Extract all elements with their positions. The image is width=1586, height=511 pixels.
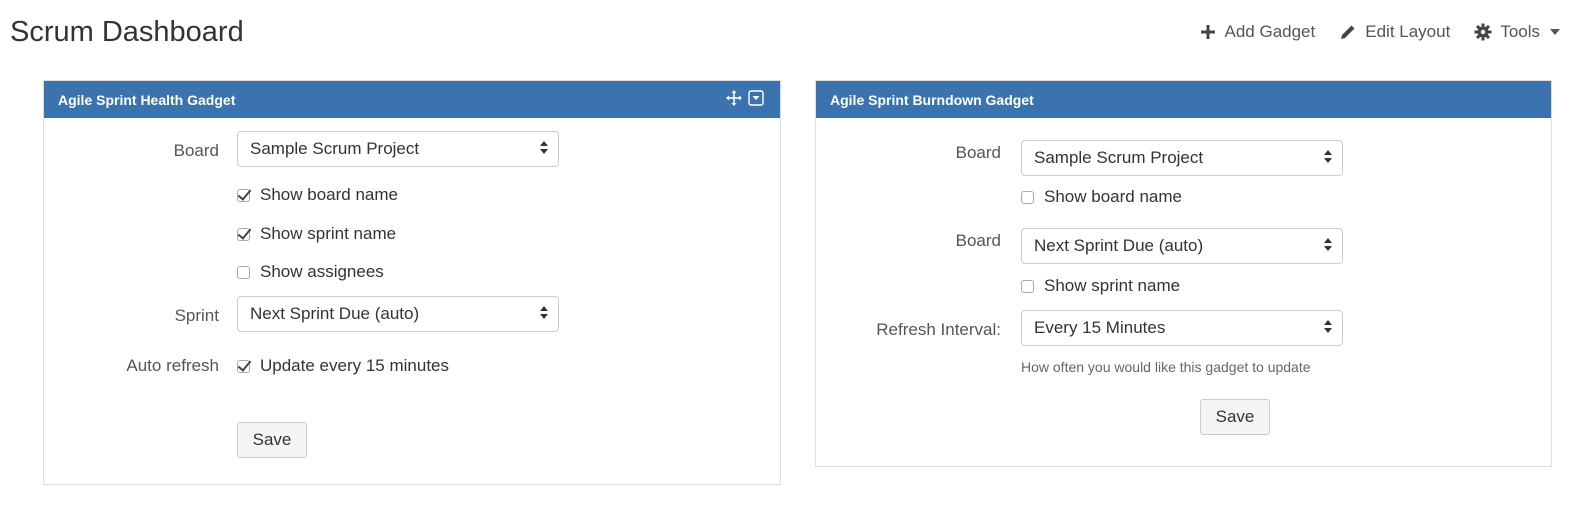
checkbox-icon <box>237 227 250 241</box>
board-select-value: Sample Scrum Project <box>250 139 420 158</box>
show-board-name-label: Show board name <box>1044 187 1182 206</box>
move-icon[interactable] <box>726 90 742 109</box>
checkbox-icon <box>1021 279 1034 293</box>
tools-dropdown[interactable]: Tools <box>1474 22 1560 42</box>
save-button[interactable]: Save <box>237 422 307 458</box>
add-gadget-label: Add Gadget <box>1224 22 1316 41</box>
add-gadget-button[interactable]: Add Gadget <box>1199 22 1316 42</box>
page-title: Scrum Dashboard <box>10 16 244 48</box>
board-label: Board <box>173 141 219 160</box>
gear-icon <box>1474 23 1492 41</box>
checkbox-icon <box>237 188 250 202</box>
tools-label: Tools <box>1500 22 1540 41</box>
gadget-title: Agile Sprint Health Gadget <box>58 91 236 108</box>
show-board-name-label: Show board name <box>260 185 398 204</box>
board-label: Board <box>955 143 1001 162</box>
board-select[interactable]: Sample Scrum Project <box>1021 140 1343 176</box>
checkbox-icon <box>237 265 250 279</box>
dashboard-toolbar: Add Gadget Edit Layout Tools <box>1199 22 1560 42</box>
sprint-select[interactable]: Next Sprint Due (auto) <box>237 296 559 332</box>
sprint-select-value: Next Sprint Due (auto) <box>1034 236 1204 255</box>
board-select-value: Sample Scrum Project <box>1034 148 1204 167</box>
refresh-interval-select[interactable]: Every 15 Minutes <box>1021 310 1343 346</box>
show-sprint-name-label: Show sprint name <box>1044 276 1181 295</box>
show-board-name-checkbox[interactable]: Show board name <box>1021 187 1182 207</box>
sprint-health-gadget: Agile Sprint Health Gadget Board Sample … <box>43 80 781 485</box>
show-assignees-label: Show assignees <box>260 262 384 281</box>
caret-down-icon <box>1550 29 1560 35</box>
sprint-select[interactable]: Next Sprint Due (auto) <box>1021 228 1343 264</box>
refresh-interval-value: Every 15 Minutes <box>1034 318 1166 337</box>
sprint-label: Sprint <box>174 306 219 325</box>
gadget-header: Agile Sprint Health Gadget <box>44 81 780 118</box>
select-arrows-icon <box>540 306 548 319</box>
select-arrows-icon <box>540 141 548 154</box>
checkbox-icon <box>237 359 250 373</box>
auto-refresh-label: Auto refresh <box>126 356 219 375</box>
pencil-icon <box>1339 23 1357 41</box>
refresh-interval-label: Refresh Interval: <box>876 320 1001 339</box>
gadget-title: Agile Sprint Burndown Gadget <box>830 91 1034 108</box>
board2-label: Board <box>955 231 1001 250</box>
show-board-name-checkbox[interactable]: Show board name <box>237 185 398 205</box>
show-assignees-checkbox[interactable]: Show assignees <box>237 262 384 282</box>
sprint-burndown-gadget: Agile Sprint Burndown Gadget Board Sampl… <box>815 80 1552 467</box>
gadget-menu-icon[interactable] <box>748 90 764 109</box>
select-arrows-icon <box>1324 238 1332 251</box>
checkbox-icon <box>1021 190 1034 204</box>
refresh-help-text: How often you would like this gadget to … <box>1021 359 1311 375</box>
edit-layout-label: Edit Layout <box>1365 22 1451 41</box>
gadget-header-icons <box>726 81 764 118</box>
auto-refresh-text: Update every 15 minutes <box>260 356 449 375</box>
sprint-select-value: Next Sprint Due (auto) <box>250 304 420 323</box>
board-select[interactable]: Sample Scrum Project <box>237 131 559 167</box>
select-arrows-icon <box>1324 150 1332 163</box>
gadget-header: Agile Sprint Burndown Gadget <box>816 81 1551 118</box>
show-sprint-name-label: Show sprint name <box>260 224 397 243</box>
show-sprint-name-checkbox[interactable]: Show sprint name <box>237 224 396 244</box>
save-button[interactable]: Save <box>1200 399 1270 435</box>
show-sprint-name-checkbox[interactable]: Show sprint name <box>1021 276 1180 296</box>
plus-icon <box>1199 23 1217 41</box>
select-arrows-icon <box>1324 320 1332 333</box>
edit-layout-button[interactable]: Edit Layout <box>1339 22 1450 42</box>
auto-refresh-checkbox[interactable]: Update every 15 minutes <box>237 356 449 376</box>
